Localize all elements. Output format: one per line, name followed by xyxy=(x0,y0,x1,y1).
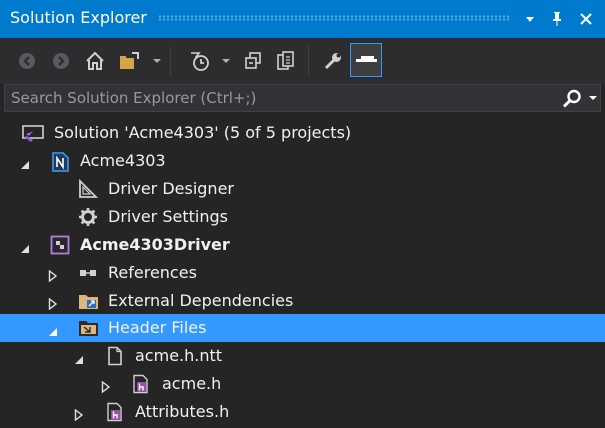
external-dependencies-icon xyxy=(78,291,98,311)
expanded-arrow-icon[interactable] xyxy=(74,350,84,364)
collapse-all-icon[interactable] xyxy=(240,48,266,74)
back-icon[interactable] xyxy=(14,48,40,74)
pending-changes-filter-icon[interactable] xyxy=(187,48,213,74)
switch-views-dropdown-icon[interactable] xyxy=(153,59,161,63)
header-file-icon xyxy=(132,374,152,394)
tree-item-label: Acme4303 xyxy=(80,151,166,170)
toolbar-separator xyxy=(170,46,171,76)
tree-item-label: External Dependencies xyxy=(108,291,294,310)
expanded-arrow-icon[interactable] xyxy=(20,239,30,253)
gear-icon xyxy=(78,207,98,227)
search-options-dropdown-icon[interactable] xyxy=(589,96,597,100)
tree-item-label: acme.h.ntt xyxy=(135,346,223,365)
collapsed-arrow-icon[interactable] xyxy=(48,295,58,311)
title-bar[interactable]: Solution Explorer xyxy=(0,0,605,38)
cpp-project-icon xyxy=(50,235,70,255)
tree-item-external-dependencies[interactable]: External Dependencies xyxy=(0,287,605,315)
tree-item-driver-settings[interactable]: Driver Settings xyxy=(0,203,605,231)
search-icon[interactable] xyxy=(561,88,583,110)
title-grip[interactable] xyxy=(158,15,510,21)
tree-item-label: Acme4303Driver xyxy=(80,235,230,254)
tree-item-label: Driver Settings xyxy=(108,207,228,226)
tree-item-acme4303[interactable]: Acme4303 xyxy=(0,147,605,175)
tree-item-solution[interactable]: Solution 'Acme4303' (5 of 5 projects) xyxy=(0,119,605,147)
search-input[interactable] xyxy=(11,88,551,108)
tree-item-label: Attributes.h xyxy=(135,402,230,421)
pin-icon[interactable] xyxy=(546,8,568,30)
show-all-files-icon[interactable] xyxy=(273,48,299,74)
expanded-arrow-icon[interactable] xyxy=(48,322,58,336)
tree-item-header-files[interactable]: Header Files xyxy=(0,314,605,342)
solution-icon xyxy=(22,123,44,143)
tree-item-label: Driver Designer xyxy=(108,179,234,198)
tree-item-driver-designer[interactable]: Driver Designer xyxy=(0,175,605,203)
close-icon[interactable] xyxy=(575,8,597,30)
tree-item-acme4303driver[interactable]: Acme4303Driver xyxy=(0,231,605,259)
tree-item-acme-h-ntt[interactable]: acme.h.ntt xyxy=(0,342,605,370)
file-icon xyxy=(106,346,126,366)
switch-views-icon[interactable] xyxy=(116,48,142,74)
tree-item-attributes-h[interactable]: Attributes.h xyxy=(0,398,605,426)
filter-dropdown-icon[interactable] xyxy=(222,59,230,63)
tree-item-label: acme.h xyxy=(162,374,222,393)
tree-item-references[interactable]: References xyxy=(0,259,605,287)
references-icon xyxy=(78,263,98,283)
header-file-icon xyxy=(106,402,126,422)
tree-item-label: References xyxy=(108,263,197,282)
collapsed-arrow-icon[interactable] xyxy=(101,378,111,394)
collapsed-arrow-icon[interactable] xyxy=(74,406,84,422)
driver-designer-icon xyxy=(78,178,99,199)
tree-item-label: Solution 'Acme4303' (5 of 5 projects) xyxy=(54,123,352,142)
window-title: Solution Explorer xyxy=(10,8,147,27)
window-position-icon[interactable] xyxy=(519,8,541,30)
forward-icon[interactable] xyxy=(48,48,74,74)
search-box[interactable] xyxy=(4,84,601,112)
tree-item-acme-h[interactable]: acme.h xyxy=(0,370,605,398)
filter-folder-icon xyxy=(78,318,98,338)
toolbar-separator xyxy=(308,46,309,76)
toolbar xyxy=(0,38,605,84)
tree-item-label: Header Files xyxy=(108,318,207,337)
package-project-icon xyxy=(50,151,70,172)
preview-selected-items-icon[interactable] xyxy=(350,43,382,77)
collapsed-arrow-icon[interactable] xyxy=(48,267,58,283)
home-icon[interactable] xyxy=(82,48,108,74)
expanded-arrow-icon[interactable] xyxy=(20,155,30,169)
properties-icon[interactable] xyxy=(320,48,346,74)
